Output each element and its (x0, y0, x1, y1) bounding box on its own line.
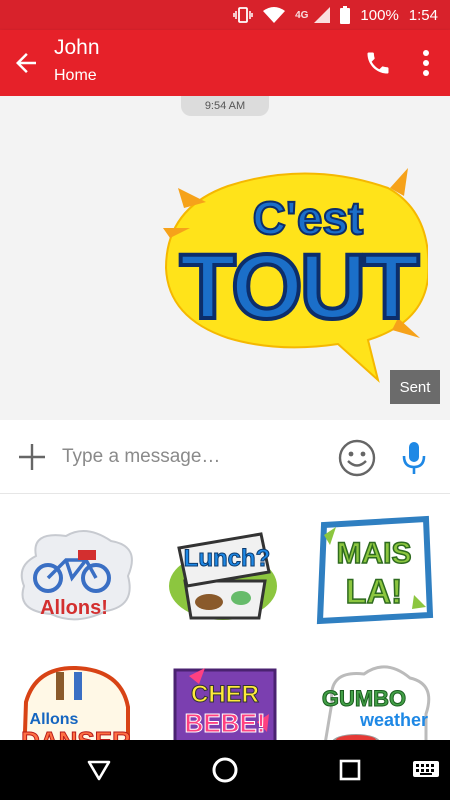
call-button[interactable] (358, 43, 398, 83)
sticker-allons-label: Allons! (40, 597, 108, 619)
battery-percent: 100% (360, 6, 399, 24)
message-input[interactable] (62, 442, 322, 472)
voice-input-button[interactable] (396, 437, 432, 479)
plus-icon (19, 444, 45, 470)
sticker-tray: Allons! Lunch? MAIS LA! Allons DANSER (0, 494, 450, 740)
back-triangle-icon (87, 760, 111, 781)
signal-icon (314, 7, 331, 23)
sticker-weather-label: weather (359, 710, 428, 730)
wifi-icon (263, 7, 286, 23)
back-button[interactable] (6, 43, 46, 83)
contact-label: Home (54, 67, 97, 84)
sticker-la-label: LA! (346, 573, 403, 611)
message-status: Sent (390, 370, 440, 404)
app-bar: John Home (0, 30, 450, 96)
home-circle-icon (212, 757, 238, 783)
sticker-allons[interactable]: Allons! (14, 516, 138, 636)
message-timestamp: 9:54 AM (181, 96, 269, 116)
sticker-lunch[interactable]: Lunch? (163, 516, 287, 636)
sticker-cher-bebe[interactable]: CHER BEBE! (163, 652, 287, 740)
phone-icon (367, 52, 389, 74)
nav-keyboard-button[interactable] (406, 750, 446, 790)
more-options-button[interactable] (408, 43, 444, 83)
more-vert-icon (423, 50, 429, 76)
sticker-text-line2: TOUT (180, 236, 420, 338)
recents-square-icon (339, 759, 361, 781)
sticker-lunch-label: Lunch? (184, 545, 271, 572)
network-type: 4G (295, 9, 309, 21)
clock: 1:54 (408, 6, 438, 24)
sticker-cher-label: CHER (191, 681, 259, 708)
compose-bar (0, 420, 450, 494)
nav-recents-button[interactable] (330, 750, 370, 790)
sticker-message[interactable]: C'est TOUT (158, 168, 430, 388)
battery-icon (340, 6, 351, 24)
contact-name: John (54, 36, 100, 59)
emoji-button[interactable] (336, 437, 378, 479)
conversation-area[interactable]: 9:54 AM C'est TOUT Sent (0, 96, 450, 420)
sticker-mais-la[interactable]: MAIS LA! (312, 510, 436, 630)
attach-button[interactable] (14, 439, 50, 475)
status-bar: 4G 100% 1:54 (0, 0, 450, 30)
microphone-icon (402, 442, 426, 474)
system-nav-bar (0, 740, 450, 800)
sticker-bebe-label: BEBE! (185, 708, 266, 738)
sticker-allons-danser[interactable]: Allons DANSER (14, 652, 138, 740)
vibrate-icon (233, 6, 253, 24)
nav-back-button[interactable] (79, 750, 119, 790)
sticker-mais-label: MAIS (337, 537, 412, 570)
keyboard-icon (413, 761, 439, 777)
emoji-icon (338, 439, 376, 477)
nav-home-button[interactable] (205, 750, 245, 790)
sticker-gumbo-weather[interactable]: GUMBO weather (312, 652, 436, 740)
sticker-allons-danser-line2: DANSER (21, 726, 131, 740)
sticker-gumbo-label: GUMBO (322, 686, 406, 711)
back-arrow-icon (16, 53, 36, 73)
